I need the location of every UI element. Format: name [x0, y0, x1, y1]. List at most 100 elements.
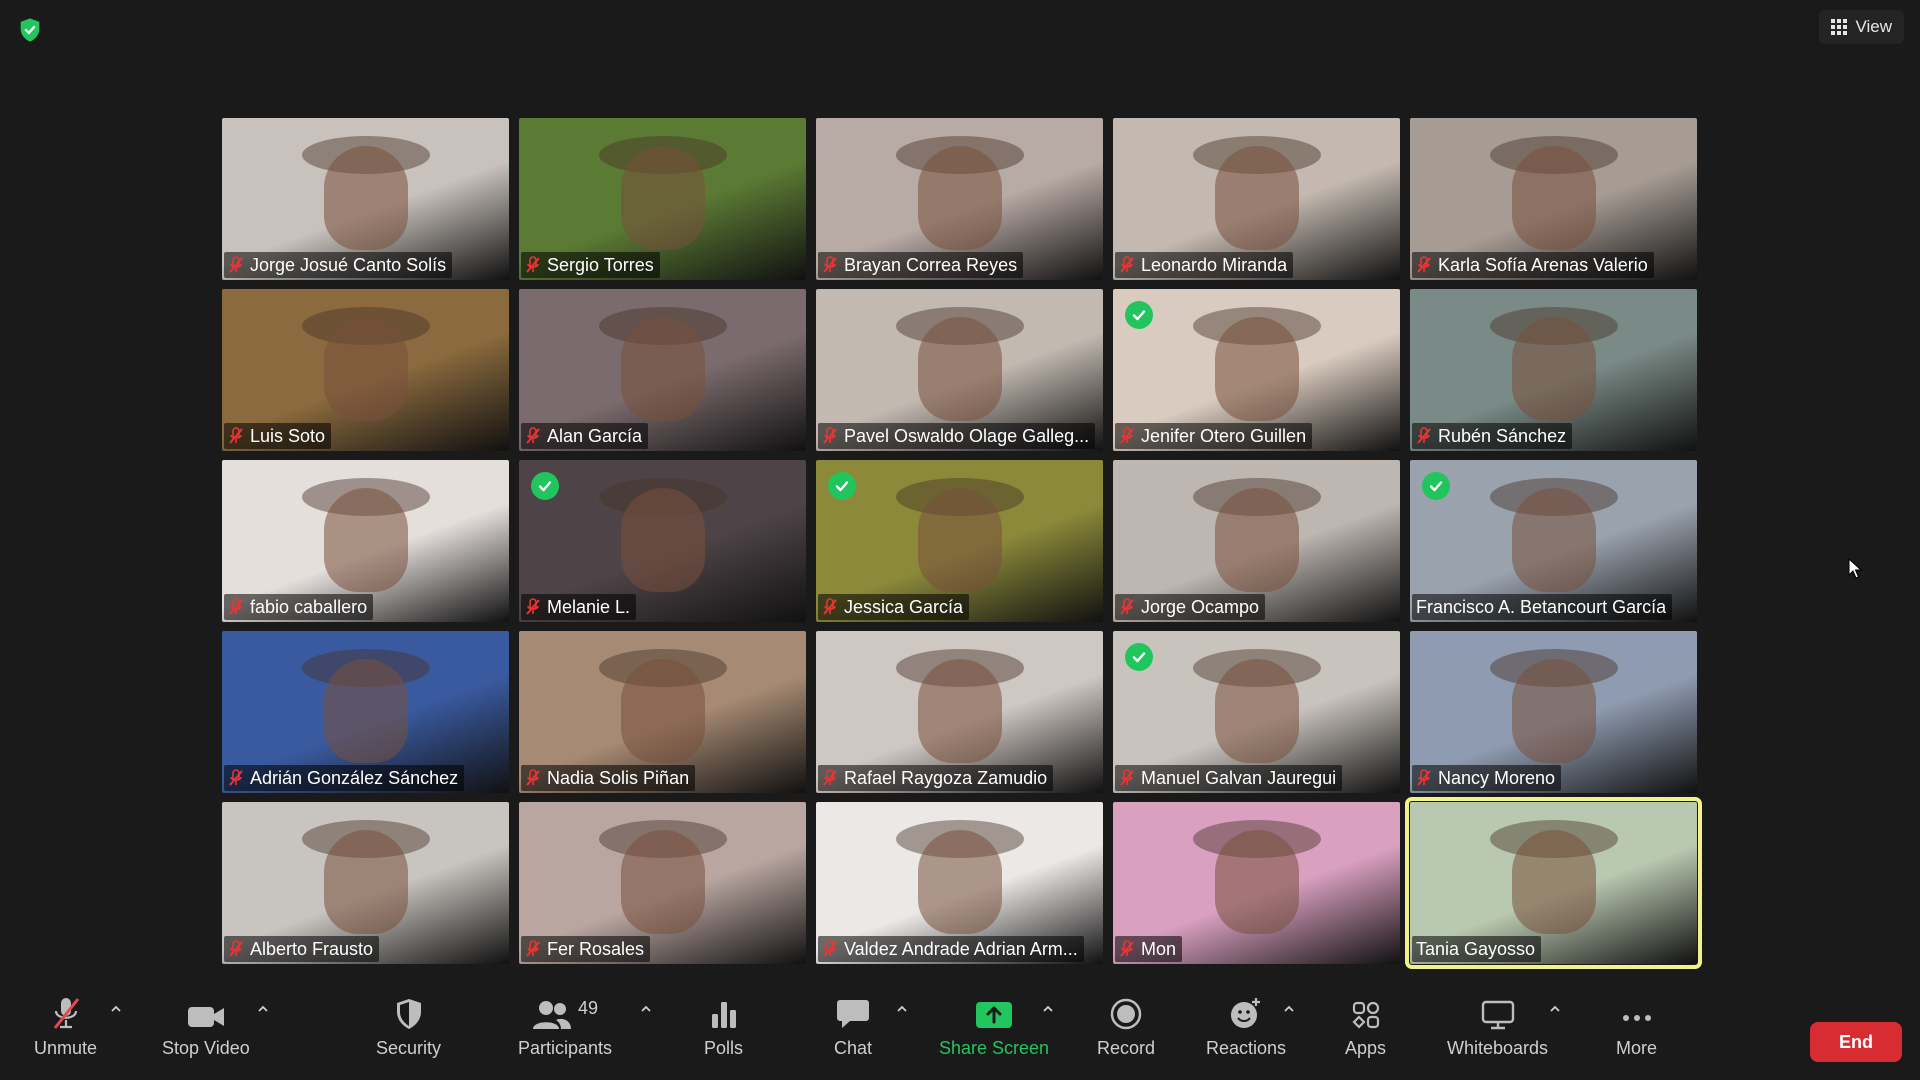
participant-name-bar: Mon: [1115, 936, 1183, 962]
muted-mic-icon: [526, 256, 540, 273]
participant-tile[interactable]: fabio caballero: [222, 460, 509, 622]
muted-mic-icon: [526, 598, 540, 615]
participant-silhouette: [620, 488, 705, 592]
participant-tile[interactable]: Alberto Frausto: [222, 802, 509, 964]
participant-tile[interactable]: Rubén Sánchez: [1410, 289, 1697, 451]
whiteboard-icon: [1481, 1000, 1514, 1030]
chat-options-chevron-icon[interactable]: [896, 1004, 908, 1014]
verified-check-icon: [1125, 643, 1153, 671]
muted-mic-icon: [229, 256, 243, 273]
participant-tile[interactable]: Karla Sofía Arenas Valerio: [1410, 118, 1697, 280]
participant-name-bar: Jenifer Otero Guillen: [1115, 423, 1313, 449]
participant-name: Alberto Frausto: [250, 938, 374, 959]
audio-options-chevron-icon[interactable]: [110, 1004, 122, 1014]
participant-tile[interactable]: Sergio Torres: [519, 118, 806, 280]
participant-tile[interactable]: Francisco A. Betancourt García: [1410, 460, 1697, 622]
encryption-shield-icon[interactable]: [16, 16, 44, 44]
participant-name-bar: Rafael Raygoza Zamudio: [818, 765, 1054, 791]
participant-tile[interactable]: Tania Gayosso: [1405, 797, 1702, 969]
participant-silhouette: [1214, 146, 1299, 250]
participant-tile[interactable]: Adrián González Sánchez: [222, 631, 509, 793]
participant-silhouette: [917, 146, 1002, 250]
participant-tile[interactable]: Valdez Andrade Adrian Arm...: [816, 802, 1103, 964]
participant-silhouette: [1214, 659, 1299, 763]
share-options-chevron-icon[interactable]: [1042, 1004, 1054, 1014]
chat-label: Chat: [834, 1038, 873, 1058]
muted-mic-icon: [526, 427, 540, 444]
whiteboards-options-chevron-icon[interactable]: [1549, 1004, 1561, 1014]
participant-name-bar: Francisco A. Betancourt García: [1412, 594, 1673, 620]
participant-tile[interactable]: Manuel Galvan Jauregui: [1113, 631, 1400, 793]
participant-name: Jessica García: [844, 596, 964, 617]
participant-name: Nadia Solis Piñan: [547, 767, 690, 788]
security-label: Security: [376, 1038, 442, 1058]
muted-mic-icon: [526, 940, 540, 957]
participant-silhouette: [1511, 830, 1596, 934]
participant-tile[interactable]: Jorge Josué Canto Solís: [222, 118, 509, 280]
unmute-button[interactable]: Unmute: [34, 996, 97, 1059]
participant-tile[interactable]: Jenifer Otero Guillen: [1113, 289, 1400, 451]
muted-mic-icon: [1120, 769, 1134, 786]
participant-tile[interactable]: Fer Rosales: [519, 802, 806, 964]
participant-name: Melanie L.: [547, 596, 631, 617]
view-button[interactable]: View: [1819, 10, 1904, 44]
muted-mic-icon: [229, 940, 243, 957]
reactions-options-chevron-icon[interactable]: [1283, 1004, 1295, 1014]
participant-name-bar: fabio caballero: [224, 594, 374, 620]
participants-label: Participants: [518, 1038, 613, 1058]
participant-tile[interactable]: Leonardo Miranda: [1113, 118, 1400, 280]
stop-video-button[interactable]: Stop Video: [162, 996, 250, 1059]
participant-silhouette: [1511, 488, 1596, 592]
verified-check-icon: [531, 472, 559, 500]
participant-silhouette: [1511, 317, 1596, 421]
record-button[interactable]: Record: [1097, 996, 1155, 1059]
polls-button[interactable]: Polls: [704, 996, 743, 1059]
participant-tile[interactable]: Rafael Raygoza Zamudio: [816, 631, 1103, 793]
participant-name-bar: Manuel Galvan Jauregui: [1115, 765, 1343, 791]
participant-tile[interactable]: Jessica García: [816, 460, 1103, 622]
participant-name: Francisco A. Betancourt García: [1416, 596, 1667, 617]
whiteboards-button[interactable]: Whiteboards: [1447, 996, 1548, 1059]
chat-button[interactable]: Chat: [834, 996, 872, 1059]
meeting-toolbar: Unmute Stop Video Security 49 Participan…: [0, 988, 1920, 1080]
participant-name: Jenifer Otero Guillen: [1141, 425, 1307, 446]
participant-tile[interactable]: Pavel Oswaldo Olage Galleg...: [816, 289, 1103, 451]
end-meeting-button[interactable]: End: [1810, 1022, 1902, 1062]
video-options-chevron-icon[interactable]: [257, 1004, 269, 1014]
more-button[interactable]: More: [1616, 996, 1657, 1059]
participant-name-bar: Nancy Moreno: [1412, 765, 1562, 791]
muted-mic-icon: [823, 427, 837, 444]
participant-tile[interactable]: Nancy Moreno: [1410, 631, 1697, 793]
participant-name-bar: Adrián González Sánchez: [224, 765, 465, 791]
participant-name: Alan García: [547, 425, 643, 446]
participant-tile[interactable]: Jorge Ocampo: [1113, 460, 1400, 622]
share-screen-label: Share Screen: [939, 1038, 1050, 1058]
participant-silhouette: [620, 317, 705, 421]
share-screen-button[interactable]: Share Screen: [939, 996, 1049, 1059]
muted-mic-icon: [1120, 598, 1134, 615]
participant-silhouette: [323, 659, 408, 763]
reactions-button[interactable]: Reactions: [1206, 996, 1286, 1059]
participants-options-chevron-icon[interactable]: [640, 1004, 652, 1014]
participants-button[interactable]: 49 Participants: [518, 996, 612, 1059]
participant-tile[interactable]: Luis Soto: [222, 289, 509, 451]
participant-silhouette: [323, 488, 408, 592]
apps-button[interactable]: Apps: [1345, 996, 1386, 1059]
participant-tile[interactable]: Melanie L.: [519, 460, 806, 622]
security-button[interactable]: Security: [376, 996, 441, 1059]
chat-bubble-icon: [837, 1000, 870, 1028]
participant-name: Karla Sofía Arenas Valerio: [1438, 254, 1648, 275]
more-dots-icon: [1622, 1015, 1651, 1021]
participant-name-bar: Jorge Josué Canto Solís: [224, 252, 453, 278]
apps-icon: [1351, 1001, 1379, 1029]
participant-name: Fer Rosales: [547, 938, 645, 959]
verified-check-icon: [1125, 301, 1153, 329]
participant-tile[interactable]: Nadia Solis Piñan: [519, 631, 806, 793]
muted-mic-icon: [1417, 769, 1431, 786]
muted-mic-icon: [1417, 427, 1431, 444]
smiley-plus-icon: [1231, 998, 1261, 1028]
participant-tile[interactable]: Mon: [1113, 802, 1400, 964]
participant-tile[interactable]: Alan García: [519, 289, 806, 451]
participant-name: Leonardo Miranda: [1141, 254, 1288, 275]
participant-tile[interactable]: Brayan Correa Reyes: [816, 118, 1103, 280]
